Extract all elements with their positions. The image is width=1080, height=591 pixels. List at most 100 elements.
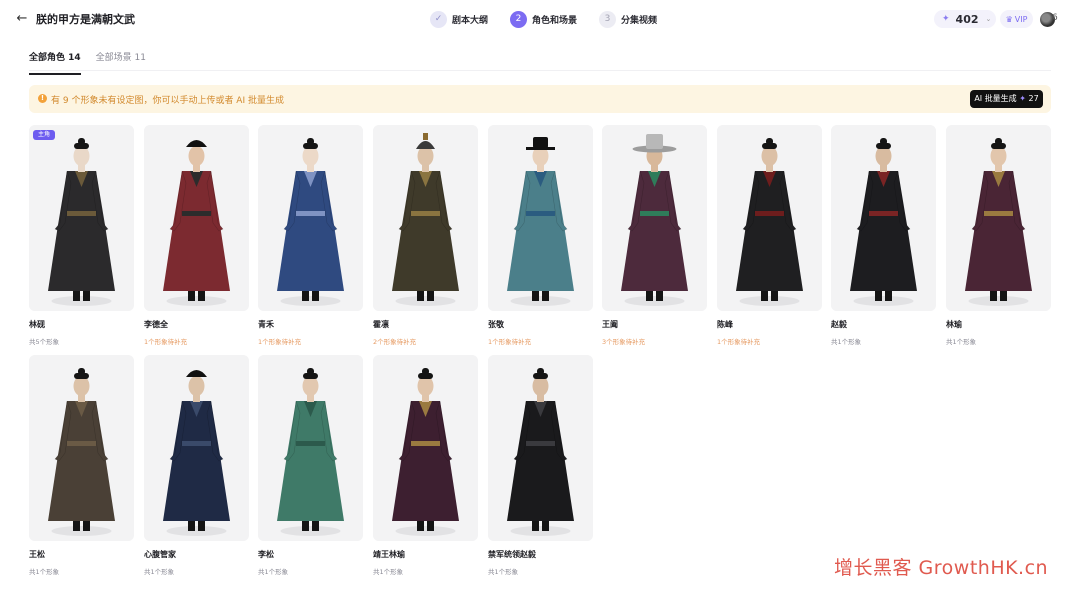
character-card[interactable]: 禁军统领赵毅 共1个形象 [488,355,593,576]
project-title: 朕的甲方是满朝文武 [36,13,135,26]
credits-button[interactable]: ✦ 402 ⌄ [934,10,996,28]
character-name: 李松 [258,550,274,559]
character-figure [488,125,593,311]
check-icon: ✓ [430,10,447,28]
character-portrait[interactable] [373,125,478,311]
image-count: 共1个形象 [258,568,289,576]
character-card[interactable]: 霍凛 2个形象待补充 [373,125,478,346]
character-card[interactable]: 李松共1个形象 [258,355,363,576]
character-name: 陈峰 [717,320,733,329]
divider [29,70,1051,71]
character-name: 林瑜 [946,320,962,329]
ai-batch-cost: 27 [1028,94,1039,103]
character-card[interactable]: 陈峰 1个形象待补充 [717,125,822,346]
step-episode-video[interactable]: 3 分集视频 [599,10,658,28]
character-name: 心腹管家 [144,550,176,559]
image-count: 共1个形象 [373,568,404,576]
character-name: 禁军统领赵毅 [488,550,536,559]
pending-count: 1个形象待补充 [717,338,761,346]
character-figure [258,355,363,541]
step-label: 剧本大纲 [452,15,489,26]
ai-batch-generate-button[interactable]: AI 批量生成 ✦ 27 [970,90,1043,108]
step-characters-scenes[interactable]: 2 角色和场景 [510,10,578,28]
character-figure [29,355,134,541]
image-count: 共1个形象 [831,338,862,346]
step-number: 3 [599,10,617,28]
character-card[interactable]: 张敬 1个形象待补充 [488,125,593,346]
character-portrait[interactable] [488,355,593,541]
character-card[interactable]: 李德全 1个形象待补充 [144,125,249,346]
character-portrait[interactable] [717,125,822,311]
character-figure [602,125,707,311]
vip-button[interactable]: ♛ VIP [1000,10,1033,28]
credits-count: 402 [955,12,979,26]
avatar-label: 6 [1052,13,1058,23]
image-count: 共1个形象 [144,568,175,576]
protagonist-badge: 主角 [33,130,56,140]
character-portrait[interactable] [258,355,363,541]
step-label: 分集视频 [621,15,658,26]
character-figure [373,125,478,311]
pending-count: 1个形象待补充 [144,338,188,346]
warning-icon: ! [38,94,47,103]
character-figure [373,355,478,541]
character-card[interactable]: 青禾 1个形象待补充 [258,125,363,346]
pending-count: 1个形象待补充 [488,338,532,346]
pending-count: 3个形象待补充 [602,338,646,346]
watermark: 增长黑客 GrowthHK.cn [834,557,1049,579]
step-number: 2 [510,10,528,28]
image-count: 共1个形象 [946,338,977,346]
character-portrait[interactable] [144,355,249,541]
notice-text: 有 9 个形象未有设定图，你可以手动上传或者 AI 批量生成 [51,96,284,106]
character-portrait[interactable] [831,125,936,311]
character-card[interactable]: 王松共1个形象 [29,355,134,576]
character-portrait[interactable]: 主角 [29,125,134,311]
character-name: 靖王林瑜 [373,550,405,559]
character-card[interactable]: 赵毅共1个形象 [831,125,936,346]
pending-count: 2个形象待补充 [373,338,417,346]
character-name: 张敬 [488,320,504,329]
sparkle-icon: ✦ [1019,94,1026,103]
character-name: 王阖 [602,320,618,329]
character-card[interactable]: 心腹管家共1个形象 [144,355,249,576]
image-count: 共1个形象 [29,568,60,576]
character-portrait[interactable] [258,125,363,311]
character-portrait[interactable] [144,125,249,311]
character-figure [717,125,822,311]
character-card[interactable]: 王阖 3个形象待补充 [602,125,707,346]
tab-all-scenes[interactable]: 全部场景 11 [96,50,146,75]
tab-all-characters[interactable]: 全部角色 14 [29,50,81,75]
step-indicator: ✓ 剧本大纲 2 角色和场景 3 分集视频 [430,9,679,29]
character-card[interactable]: 靖王林瑜共1个形象 [373,355,478,576]
character-name: 赵毅 [831,320,847,329]
character-card[interactable]: 主角林砚共5个形象 [29,125,134,346]
character-figure [144,125,249,311]
sparkle-icon: ✦ [942,14,950,24]
arrow-left-icon[interactable]: ← [13,10,31,28]
character-card[interactable]: 林瑜共1个形象 [946,125,1051,346]
character-name: 李德全 [144,320,168,329]
character-figure [29,125,134,311]
character-figure [946,125,1051,311]
step-label: 角色和场景 [532,15,578,26]
character-portrait[interactable] [373,355,478,541]
character-name: 青禾 [258,320,274,329]
ai-batch-label: AI 批量生成 [974,94,1017,103]
vip-label: VIP [1014,14,1028,24]
character-figure [488,355,593,541]
image-count: 共1个形象 [488,568,519,576]
image-count: 共5个形象 [29,338,60,346]
pending-count: 1个形象待补充 [258,338,302,346]
character-portrait[interactable] [602,125,707,311]
character-portrait[interactable] [29,355,134,541]
chevron-down-icon: ⌄ [985,15,992,23]
character-figure [831,125,936,311]
character-figure [144,355,249,541]
character-name: 王松 [29,550,45,559]
character-portrait[interactable] [488,125,593,311]
tab-bar: 全部角色 14 全部场景 11 [29,50,161,75]
character-name: 林砚 [29,320,45,329]
character-portrait[interactable] [946,125,1051,311]
step-outline[interactable]: ✓ 剧本大纲 [430,10,489,28]
notice-banner: ! 有 9 个形象未有设定图，你可以手动上传或者 AI 批量生成 AI 批量生成… [29,85,1051,113]
